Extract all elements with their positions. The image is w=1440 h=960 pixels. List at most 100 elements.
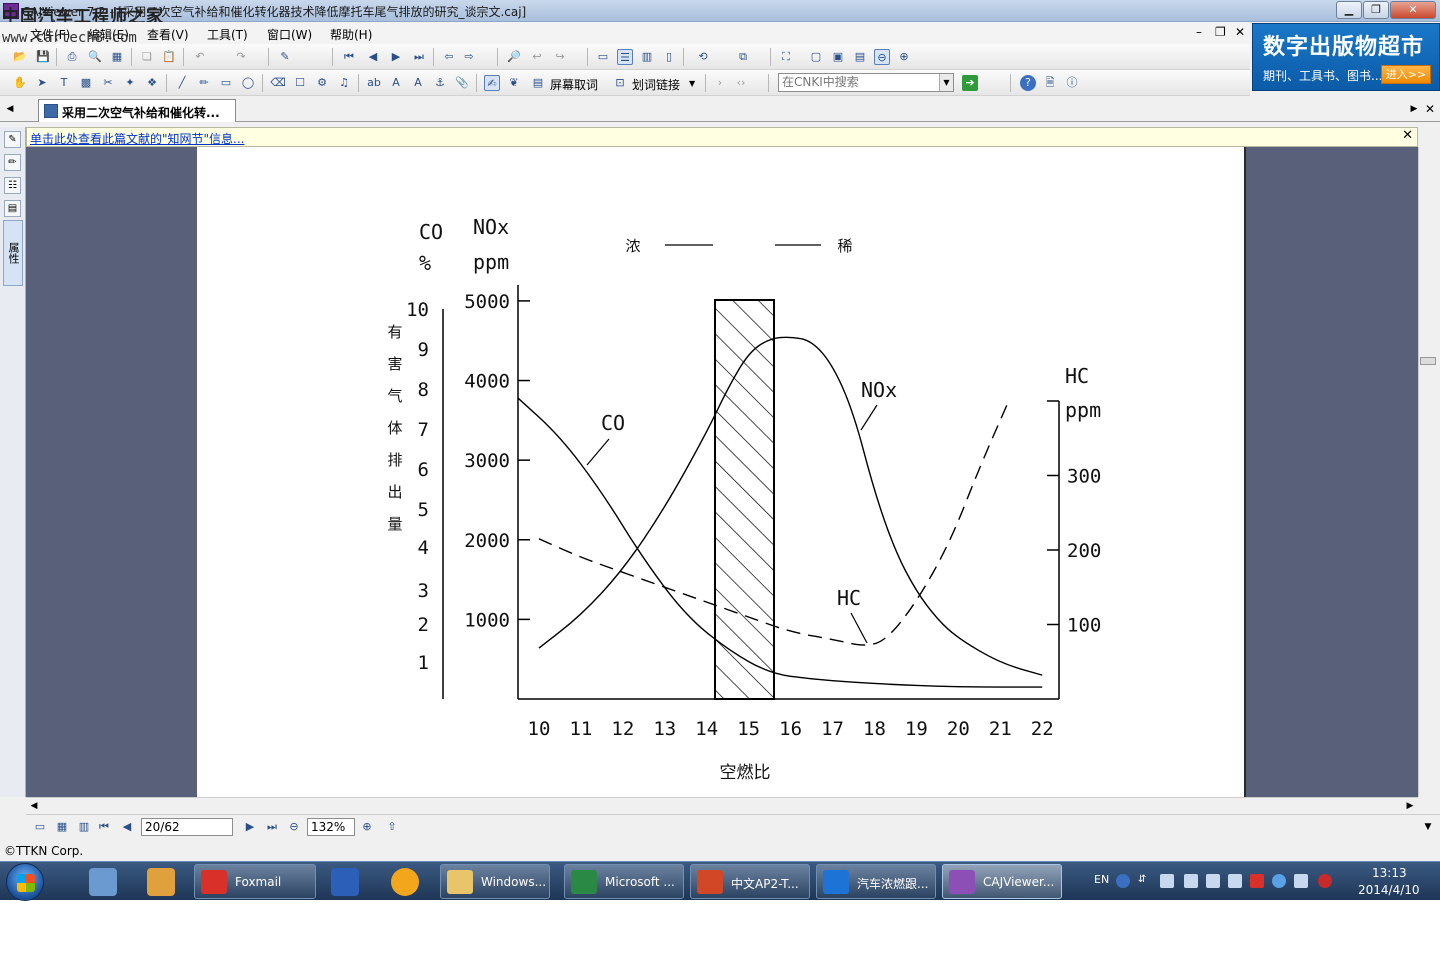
doc-close-button[interactable]: ✕: [1235, 25, 1245, 39]
nav-prev-icon[interactable]: ◀: [119, 819, 135, 835]
view-thumb-icon[interactable]: ▦: [54, 819, 70, 835]
horizontal-scrollbar[interactable]: ◀ ▶: [26, 797, 1418, 813]
zoom-out-icon[interactable]: ⊖: [874, 49, 890, 65]
task-windows-explorer[interactable]: Windows...: [440, 864, 550, 899]
task-foxmail[interactable]: Foxmail: [194, 864, 316, 899]
menu-view[interactable]: 查看(V): [147, 26, 189, 43]
rectangle-icon[interactable]: ▭: [218, 75, 234, 91]
pinned-word[interactable]: [322, 865, 368, 898]
menu-tools[interactable]: 工具(T): [207, 26, 248, 43]
prev-page-icon[interactable]: ◀: [365, 49, 381, 65]
pinned-paint[interactable]: [138, 865, 184, 898]
ellipse-icon[interactable]: ◯: [240, 75, 256, 91]
word-link-dropdown-icon[interactable]: ▼: [689, 79, 695, 88]
image-select-icon[interactable]: ▩: [78, 75, 94, 91]
tab-scroll-left-icon[interactable]: ◀: [2, 101, 18, 117]
undo-icon[interactable]: ↶: [192, 49, 208, 65]
save-icon[interactable]: 💾: [35, 49, 51, 65]
tray-network-icon[interactable]: [1160, 874, 1174, 888]
side-bookmark-icon[interactable]: ✎: [4, 131, 21, 148]
gear-icon[interactable]: ⚙: [314, 75, 330, 91]
highlight-icon[interactable]: ab: [366, 75, 382, 91]
open-icon[interactable]: 📂: [12, 49, 28, 65]
tab-document[interactable]: 采用二次空气补给和催化转...: [38, 99, 236, 122]
doc-minimize-button[interactable]: –: [1196, 25, 1202, 39]
next-page-icon[interactable]: ▶: [388, 49, 404, 65]
word-link-icon[interactable]: ⊡: [612, 75, 628, 91]
tab-close-icon[interactable]: ✕: [1422, 101, 1438, 117]
vertical-scroll-thumb[interactable]: [1420, 357, 1436, 365]
document-viewport[interactable]: CO% 1 2 3 4 5 6 7 8 9 10 NOx ppm 1000 2000 3000 4000 5000…: [26, 147, 1418, 797]
first-page-icon[interactable]: ⏮: [341, 49, 357, 65]
tray-volume-icon[interactable]: [1206, 874, 1220, 888]
search-dropdown-icon[interactable]: ▼: [939, 74, 953, 91]
nav-dropdown-icon[interactable]: ▼: [1420, 819, 1436, 835]
maximize-button[interactable]: ❐: [1363, 1, 1389, 19]
vertical-scrollbar[interactable]: [1418, 147, 1436, 797]
forward-icon[interactable]: ⇨: [461, 49, 477, 65]
tray-antivirus-icon[interactable]: [1318, 874, 1332, 888]
find-icon[interactable]: 🔎: [506, 49, 522, 65]
zoom-level-input[interactable]: 132%: [307, 818, 355, 836]
paste-icon[interactable]: 📋: [161, 49, 177, 65]
text-note-icon[interactable]: A: [388, 75, 404, 91]
more-icon[interactable]: ‹›: [733, 75, 749, 91]
eraser-icon[interactable]: ⌫: [270, 75, 286, 91]
nav-up-icon[interactable]: ⇧: [384, 819, 400, 835]
task-excel[interactable]: Microsoft ...: [564, 864, 684, 899]
info-bar-close-icon[interactable]: ✕: [1402, 128, 1413, 143]
side-outline-icon[interactable]: ☷: [4, 177, 21, 194]
screen-capture-icon[interactable]: ▤: [530, 75, 546, 91]
tray-help-icon[interactable]: [1116, 874, 1130, 888]
find-next-icon[interactable]: ↪: [552, 49, 568, 65]
find-prev-icon[interactable]: ↩: [529, 49, 545, 65]
zoom-in-icon[interactable]: ⊕: [896, 49, 912, 65]
help-icon[interactable]: ?: [1020, 75, 1036, 91]
nav-first-icon[interactable]: ⏮: [96, 819, 112, 835]
hand-tool-icon[interactable]: ✋: [12, 75, 28, 91]
nav-zoom-out-icon[interactable]: ⊖: [286, 819, 302, 835]
tab-scroll-right-icon[interactable]: ▶: [1406, 101, 1422, 117]
menu-help[interactable]: 帮助(H): [330, 26, 372, 43]
print-preview-icon[interactable]: 🔍: [87, 49, 103, 65]
ad-banner[interactable]: 数字出版物超市 期刊、工具书、图书... 进入>>: [1252, 23, 1440, 91]
annotation-icon[interactable]: ✍: [484, 75, 500, 91]
print-icon[interactable]: ⎙: [64, 49, 80, 65]
menu-window[interactable]: 窗口(W): [267, 26, 312, 43]
side-pen-icon[interactable]: ✏: [4, 154, 21, 171]
fullscreen-icon[interactable]: ⛶: [778, 49, 794, 65]
single-page-icon[interactable]: ▭: [595, 49, 611, 65]
tray-flag-icon[interactable]: [1294, 874, 1308, 888]
ad-enter-button[interactable]: 进入>>: [1381, 65, 1431, 84]
properties-icon[interactable]: ✎: [277, 49, 293, 65]
tray-keyboard-icon[interactable]: [1184, 874, 1198, 888]
music-icon[interactable]: ♫: [336, 75, 352, 91]
screen-capture-label[interactable]: 屏幕取词: [550, 76, 598, 93]
minimize-button[interactable]: ▁: [1336, 1, 1362, 19]
task-cajviewer[interactable]: CAJViewer...: [942, 864, 1062, 899]
pencil-icon[interactable]: ✏: [196, 75, 212, 91]
text-select-icon[interactable]: T: [56, 75, 72, 91]
last-page-icon[interactable]: ⏭: [411, 49, 427, 65]
pinned-explorer[interactable]: [80, 865, 126, 898]
close-button[interactable]: ✕: [1390, 1, 1436, 19]
task-maxthon[interactable]: 汽车浓燃跟...: [816, 864, 936, 899]
fit-page-icon[interactable]: ▢: [808, 49, 824, 65]
copy-icon[interactable]: ❏: [139, 49, 155, 65]
tray-up-icon[interactable]: ⇵: [1138, 874, 1152, 888]
word-link-label[interactable]: 划词链接: [632, 76, 680, 93]
tree-icon[interactable]: ❦: [506, 75, 522, 91]
text-color-icon[interactable]: A: [410, 75, 426, 91]
anchor-icon[interactable]: ⚓: [432, 75, 448, 91]
clock-date[interactable]: 2014/4/10: [1358, 883, 1420, 897]
select-tool-icon[interactable]: ➤: [34, 75, 50, 91]
actual-size-icon[interactable]: ▤: [852, 49, 868, 65]
continuous-facing-icon[interactable]: ▯: [661, 49, 677, 65]
arrow-right-icon[interactable]: ›: [712, 75, 728, 91]
start-button[interactable]: [6, 863, 44, 901]
scroll-right-icon[interactable]: ▶: [1402, 798, 1418, 814]
layout-icon[interactable]: ⧉: [735, 49, 751, 65]
task-powerpoint[interactable]: 中文AP2-T...: [690, 864, 810, 899]
attachment-icon[interactable]: 📎: [454, 75, 470, 91]
nav-next-icon[interactable]: ▶: [242, 819, 258, 835]
